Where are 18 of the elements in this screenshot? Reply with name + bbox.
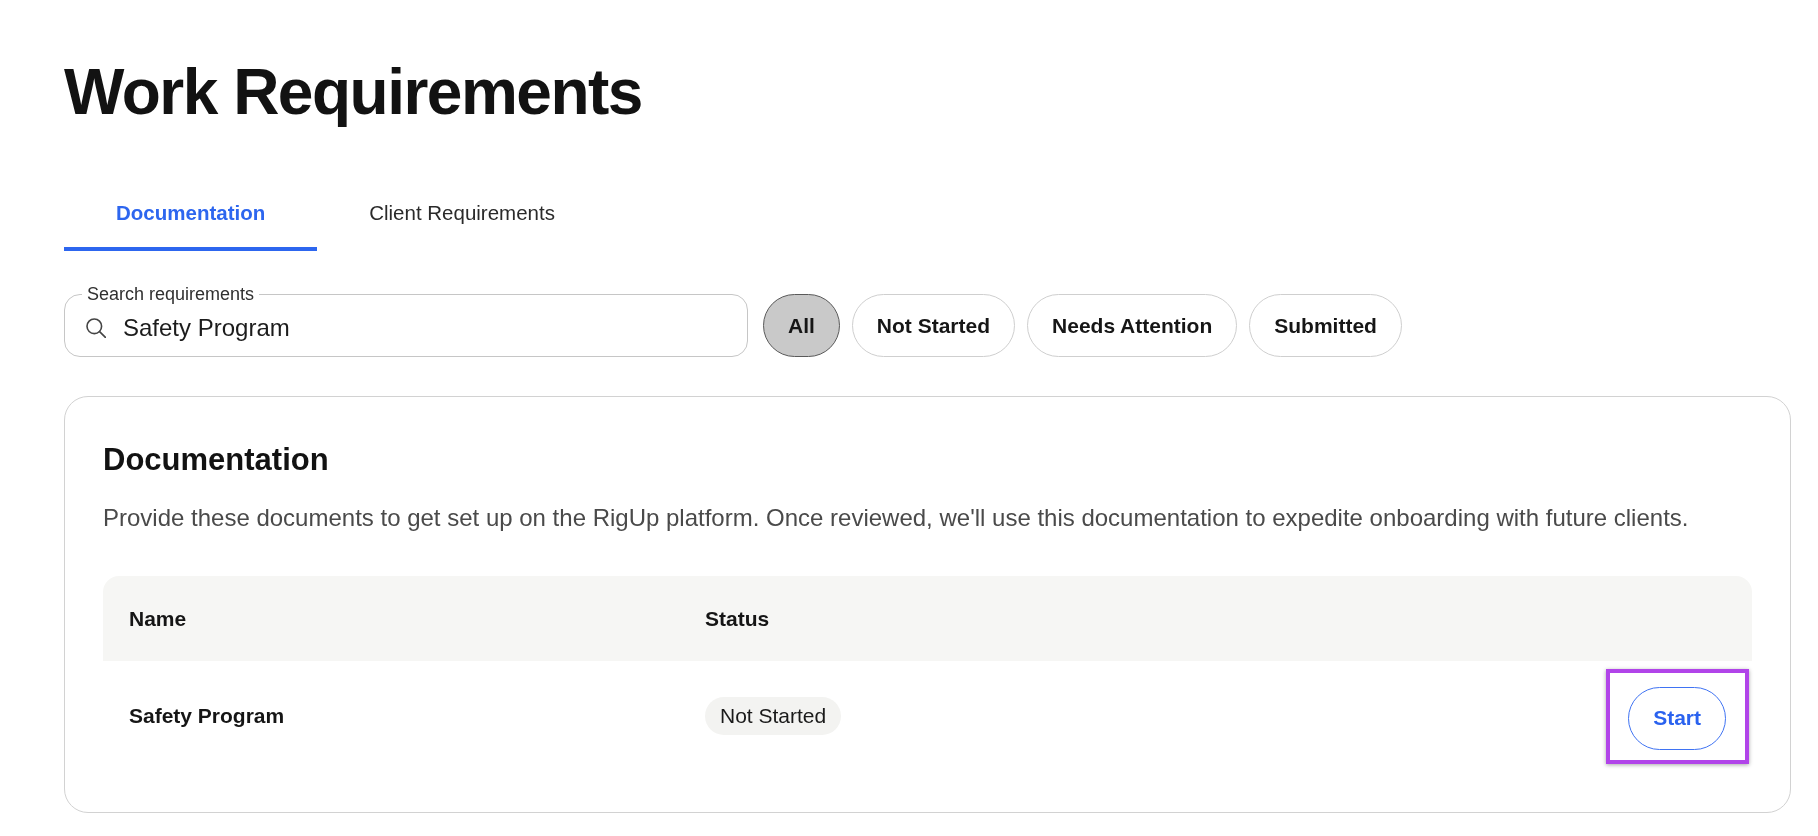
search-field[interactable]: Search requirements Safety Program: [64, 284, 748, 357]
tab[interactable]: Documentation: [64, 187, 318, 251]
search-value: Safety Program: [123, 314, 290, 342]
filter-chip[interactable]: Submitted: [1249, 294, 1402, 357]
page-title: Work Requirements: [64, 56, 642, 128]
search-label: Search requirements: [86, 284, 256, 304]
status-badge: Not Started: [705, 697, 842, 735]
tab[interactable]: Client Requirements: [317, 187, 607, 251]
start-button[interactable]: Start: [1628, 686, 1726, 750]
filter-chip[interactable]: Not Started: [851, 294, 1016, 357]
column-header: Status: [705, 606, 770, 631]
column-header: Name: [129, 606, 187, 631]
section-title: Documentation: [103, 442, 329, 478]
search-icon: [86, 318, 106, 338]
requirement-name: Safety Program: [129, 704, 285, 728]
filter-chip[interactable]: All: [763, 294, 840, 357]
filter-chip[interactable]: Needs Attention: [1027, 294, 1238, 357]
section-description: Provide these documents to get set up on the RigUp platform. Once reviewed, we'll use this documentation to expedite onboarding with future clients.: [103, 504, 1689, 532]
